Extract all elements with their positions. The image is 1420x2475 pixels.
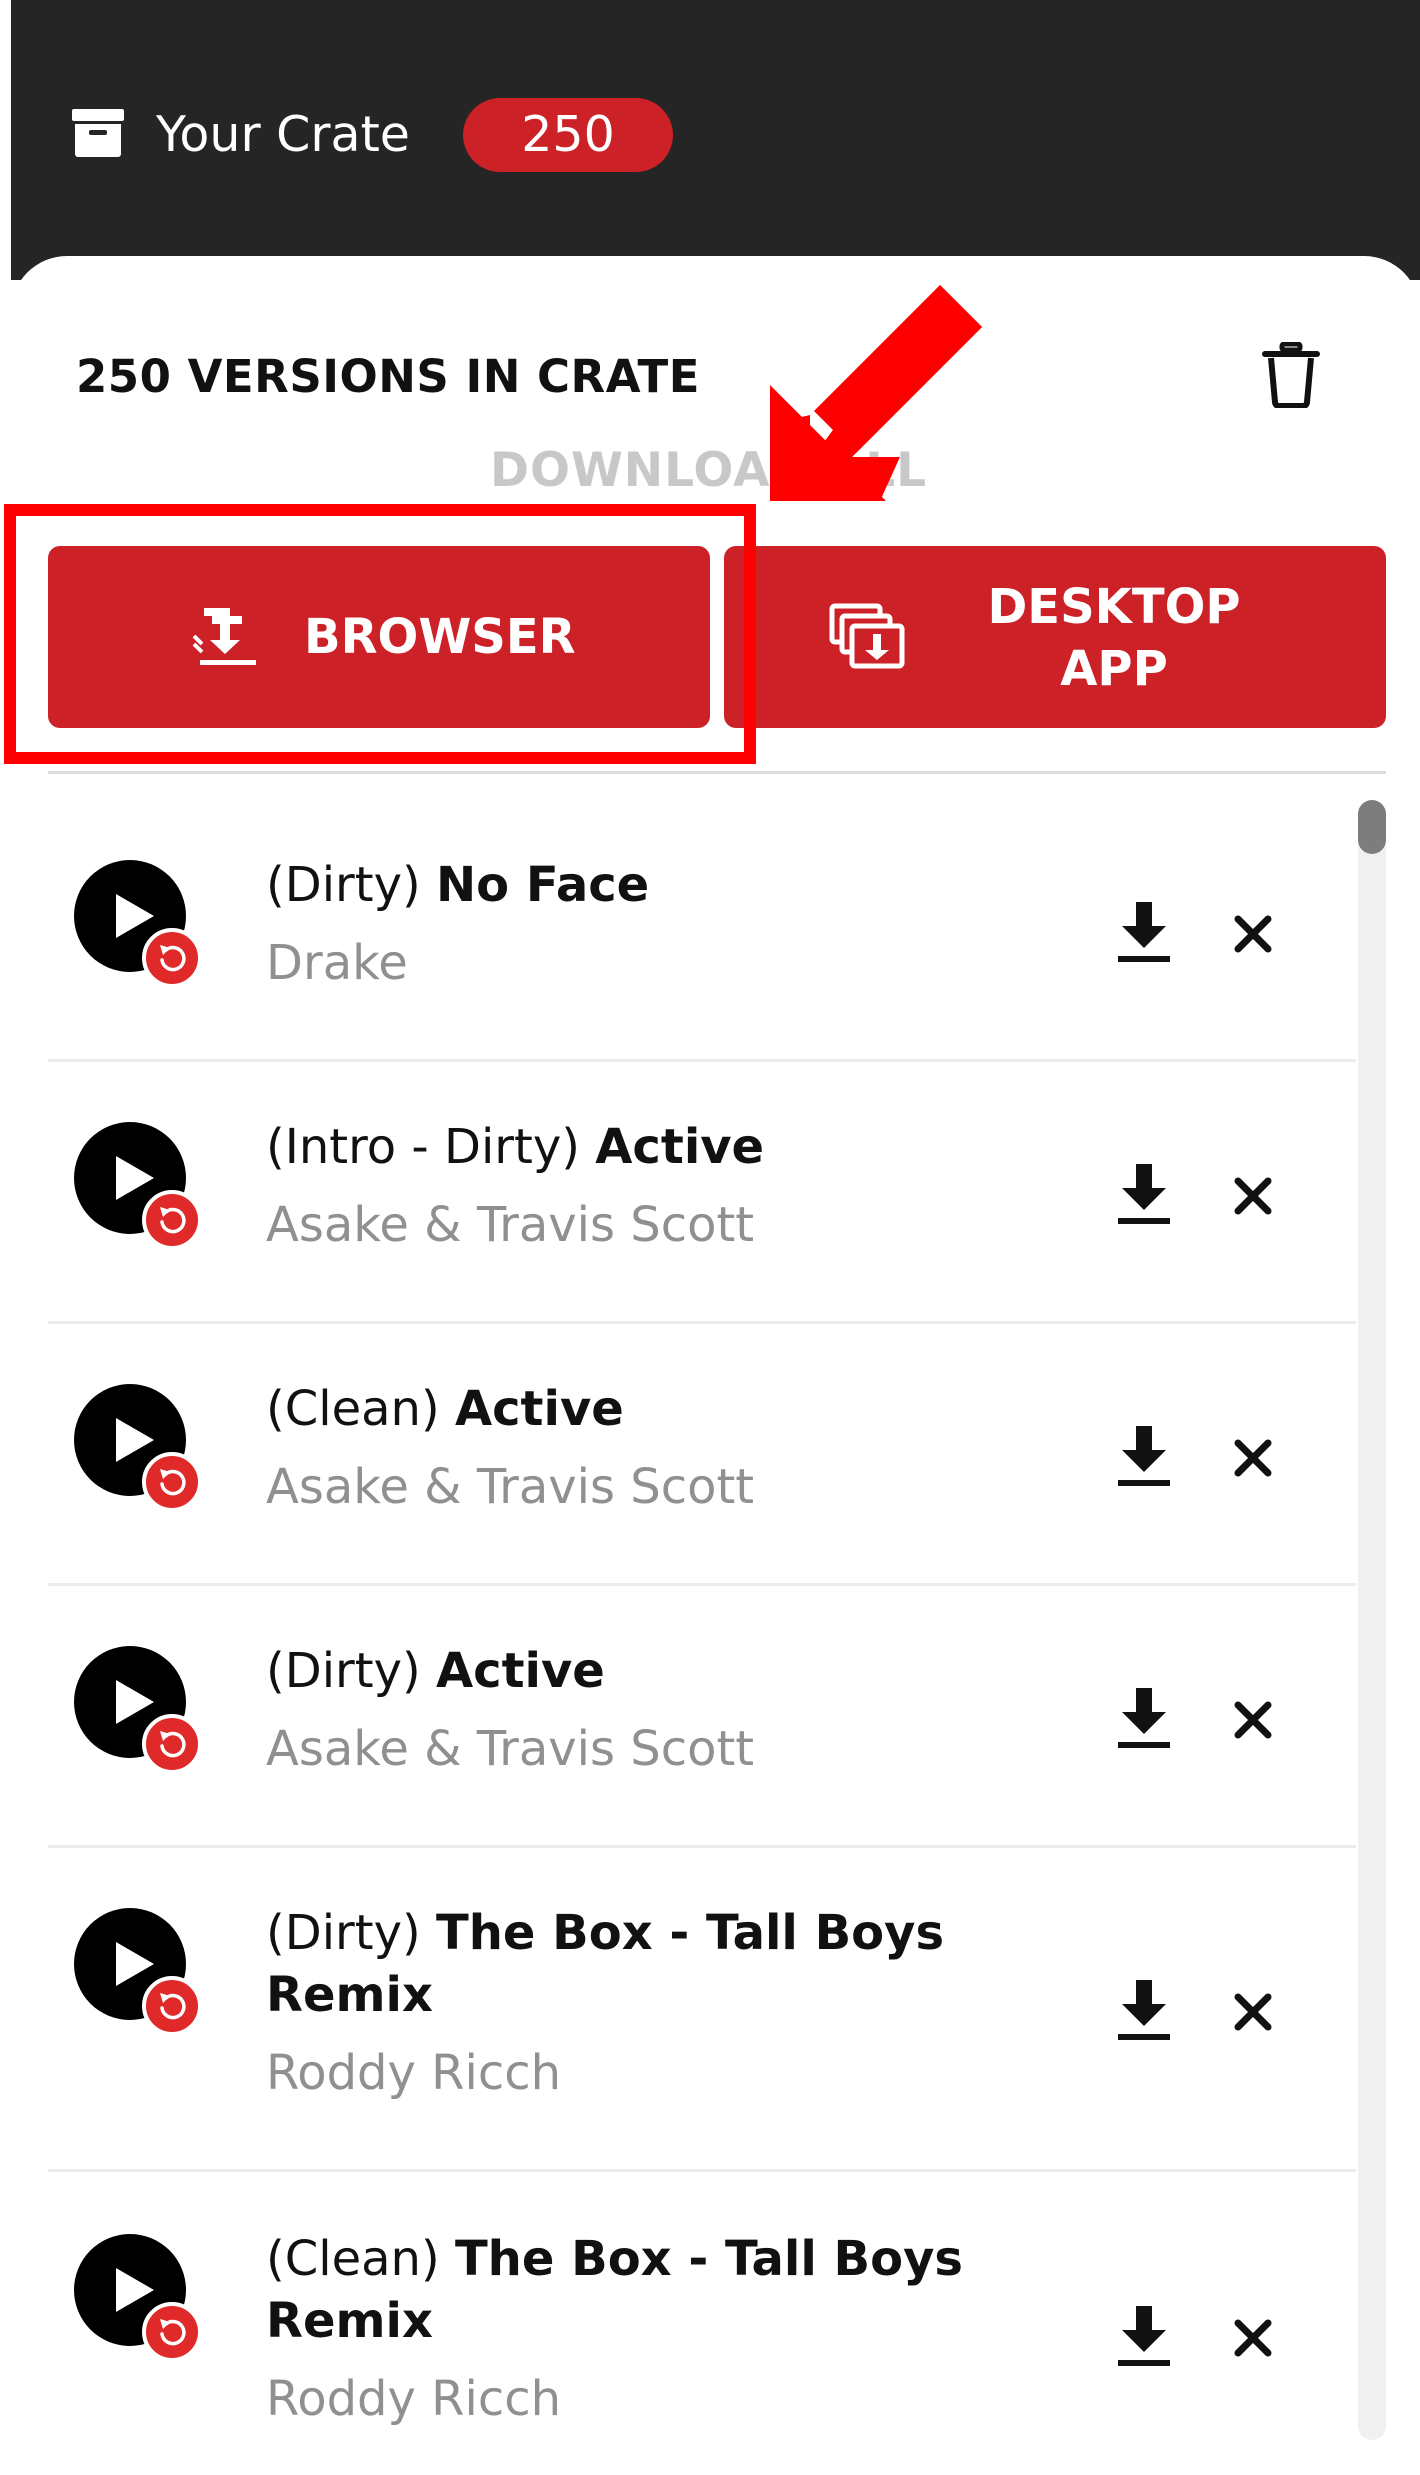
play-button-group[interactable] [74, 2234, 214, 2374]
crate-box-icon [72, 109, 124, 157]
track-row: (Dirty) No Face Drake [48, 790, 1356, 1062]
desktop-button-label-line1: DESKTOP [987, 579, 1241, 635]
desktop-app-download-icon [829, 603, 905, 669]
track-row: (Intro - Dirty) Active Asake & Travis Sc… [48, 1062, 1356, 1324]
track-info: (Intro - Dirty) Active Asake & Travis Sc… [266, 1116, 1026, 1256]
desktop-button-label-line2: APP [1060, 641, 1168, 697]
play-icon [116, 1156, 154, 1200]
crate-count-badge: 250 [463, 98, 673, 172]
play-icon [116, 1418, 154, 1462]
download-desktop-app-button[interactable]: DESKTOP APP [724, 546, 1386, 728]
remove-icon[interactable] [1233, 1176, 1273, 1216]
replay-icon [160, 1731, 186, 1758]
replay-icon [160, 1993, 186, 2020]
remove-icon[interactable] [1233, 2318, 1273, 2358]
track-title: (Dirty) Active [266, 1640, 1026, 1702]
track-title: (Intro - Dirty) Active [266, 1116, 1026, 1178]
track-row: (Clean) The Box - Tall Boys Remix Roddy … [48, 2172, 1356, 2472]
track-title: (Clean) Active [266, 1378, 1026, 1440]
track-title: (Clean) The Box - Tall Boys Remix [266, 2228, 1026, 2352]
track-version: (Intro - Dirty) [266, 1119, 580, 1175]
versions-count-heading: 250 VERSIONS IN CRATE [76, 350, 700, 403]
replay-badge[interactable] [142, 1190, 202, 1250]
track-version: (Clean) [266, 1381, 440, 1437]
scrollbar-thumb[interactable] [1358, 800, 1386, 854]
remove-icon[interactable] [1233, 1438, 1273, 1478]
track-version: (Clean) [266, 2231, 440, 2287]
play-button-group[interactable] [74, 1384, 214, 1524]
play-button-group[interactable] [74, 1908, 214, 2048]
track-name: Active [454, 1381, 624, 1437]
annotation-arrow-icon [770, 285, 982, 501]
track-artist: Asake & Travis Scott [266, 1197, 755, 1253]
annotation-highlight-box [4, 504, 756, 764]
track-title: (Dirty) The Box - Tall Boys Remix [266, 1902, 1026, 2026]
desktop-button-label: DESKTOP APP [944, 576, 1284, 700]
replay-icon [160, 945, 186, 972]
scrollbar-track[interactable] [1358, 800, 1386, 2440]
track-name: Active [435, 1643, 605, 1699]
track-name: Active [595, 1119, 765, 1175]
track-name: No Face [435, 857, 650, 913]
track-row: (Dirty) Active Asake & Travis Scott [48, 1586, 1356, 1848]
download-icon[interactable] [1116, 1688, 1172, 1750]
track-artist: Roddy Ricch [266, 2371, 562, 2427]
replay-badge[interactable] [142, 2302, 202, 2362]
track-info: (Dirty) The Box - Tall Boys Remix Roddy … [266, 1902, 1026, 2104]
track-info: (Dirty) Active Asake & Travis Scott [266, 1640, 1026, 1780]
track-version: (Dirty) [266, 1905, 421, 1961]
replay-badge[interactable] [142, 1452, 202, 1512]
list-divider [48, 771, 1386, 774]
play-icon [116, 2268, 154, 2312]
crate-header: Your Crate 250 [11, 0, 1420, 280]
replay-icon [160, 1469, 186, 1496]
trash-icon[interactable] [1262, 342, 1320, 408]
track-info: (Clean) The Box - Tall Boys Remix Roddy … [266, 2228, 1026, 2430]
track-artist: Drake [266, 935, 408, 991]
replay-badge[interactable] [142, 1714, 202, 1774]
download-icon[interactable] [1116, 1164, 1172, 1226]
track-title: (Dirty) No Face [266, 854, 1026, 916]
replay-badge[interactable] [142, 928, 202, 988]
download-icon[interactable] [1116, 2306, 1172, 2368]
play-icon [116, 1942, 154, 1986]
crate-title: Your Crate [156, 106, 410, 163]
track-version: (Dirty) [266, 857, 421, 913]
play-icon [116, 894, 154, 938]
track-version: (Dirty) [266, 1643, 421, 1699]
track-row: (Dirty) The Box - Tall Boys Remix Roddy … [48, 1848, 1356, 2172]
replay-badge[interactable] [142, 1976, 202, 2036]
play-icon [116, 1680, 154, 1724]
remove-icon[interactable] [1233, 1700, 1273, 1740]
replay-icon [160, 2319, 186, 2346]
track-row: (Clean) Active Asake & Travis Scott [48, 1324, 1356, 1586]
track-artist: Asake & Travis Scott [266, 1459, 755, 1515]
replay-icon [160, 1207, 186, 1234]
play-button-group[interactable] [74, 860, 214, 1000]
download-icon[interactable] [1116, 1980, 1172, 2042]
play-button-group[interactable] [74, 1122, 214, 1262]
download-icon[interactable] [1116, 902, 1172, 964]
track-info: (Dirty) No Face Drake [266, 854, 1026, 994]
remove-icon[interactable] [1233, 1992, 1273, 2032]
track-info: (Clean) Active Asake & Travis Scott [266, 1378, 1026, 1518]
remove-icon[interactable] [1233, 914, 1273, 954]
track-artist: Roddy Ricch [266, 2045, 562, 2101]
play-button-group[interactable] [74, 1646, 214, 1786]
track-artist: Asake & Travis Scott [266, 1721, 755, 1777]
crate-screen: Your Crate 250 250 VERSIONS IN CRATE DOW… [0, 0, 1420, 2475]
download-icon[interactable] [1116, 1426, 1172, 1488]
